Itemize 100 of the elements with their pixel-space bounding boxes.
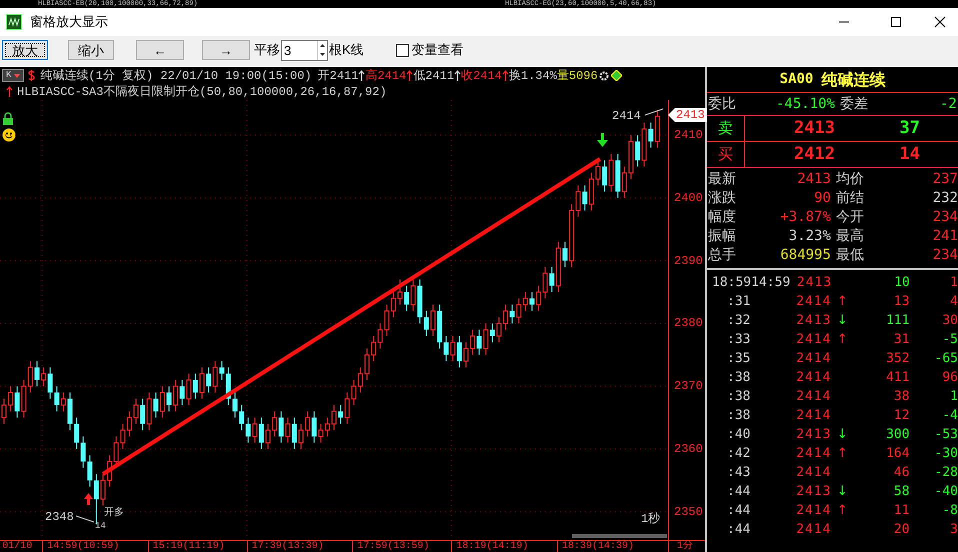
trade-time: :44 — [726, 482, 750, 501]
candlestick — [648, 122, 654, 148]
gear-icon — [598, 70, 609, 80]
stat-value: 241 — [932, 227, 958, 246]
stat-value: 3.23% — [788, 227, 831, 246]
period-dropdown[interactable]: K — [2, 69, 24, 82]
toolbar-button[interactable]: → — [202, 40, 250, 60]
diff-value: -2 — [940, 94, 957, 114]
diff-label: 委差 — [840, 94, 869, 114]
indicator-title: HLBIASCC-SA3不隔夜日限制开仓(50,80,100000,26,16,87,92) — [17, 84, 387, 101]
candlestick — [173, 379, 178, 412]
ratio-label: 委比 — [707, 94, 737, 114]
candlestick — [450, 336, 456, 362]
candlestick — [200, 366, 204, 400]
stat-label: 最新 — [707, 170, 737, 189]
candlestick — [530, 292, 534, 312]
toolbar-button[interactable]: 放大 — [2, 40, 48, 60]
stat-label: 振幅 — [707, 227, 737, 246]
time-axis-label: 17:39(13:39) — [246, 541, 329, 552]
candlestick — [74, 417, 80, 450]
toolbar-button[interactable]: 缩小 — [68, 40, 114, 60]
trade-price: 2414 — [795, 292, 832, 311]
signal-label: 开多 — [104, 508, 124, 520]
trade-volume: 300 — [885, 426, 910, 444]
stat-label: 涨跌 — [707, 189, 737, 208]
trade-time: :32 — [726, 312, 750, 330]
trade-volume: 352 — [885, 350, 910, 368]
trade-arrow: ↑ — [836, 292, 848, 311]
maximize-icon[interactable] — [890, 16, 902, 28]
trade-price: 2414 — [795, 350, 832, 368]
close-icon[interactable] — [934, 16, 946, 28]
trade-price: 2414 — [795, 330, 832, 349]
caret-icon — [14, 74, 20, 78]
quote-value: 量5096 — [556, 68, 598, 84]
scrollbar[interactable] — [572, 534, 667, 538]
candlestick — [239, 404, 244, 431]
buy-arrow-icon — [84, 493, 93, 505]
quote-value: 开2411 — [318, 68, 358, 84]
price-axis-label: 2390 — [674, 254, 703, 268]
time-axis-label: 14:59(10:59) — [42, 541, 124, 552]
high-price-label: 2414 — [612, 109, 641, 123]
candlestick — [582, 184, 588, 211]
trade-change: 96 — [941, 368, 958, 387]
signal-count: 14 — [95, 521, 106, 531]
shift-unit: 根K线 — [329, 41, 364, 60]
trade-change: 4 — [949, 292, 958, 311]
checkbox[interactable] — [396, 44, 409, 56]
trade-price: 2413 — [795, 482, 832, 501]
interval-label: 1秒 — [641, 512, 660, 526]
candlestick — [186, 373, 192, 406]
trade-price: 2414 — [795, 520, 832, 539]
stat-label: 前结 — [836, 189, 865, 208]
stat-label: 最高 — [836, 227, 865, 246]
up-arrow-icon — [502, 70, 509, 82]
contract-code: SA00 — [780, 70, 814, 89]
trade-arrow: ↑ — [836, 444, 848, 463]
trade-volume: 46 — [892, 464, 910, 482]
time-axis-label: 17:59(13:59) — [352, 541, 434, 552]
up-arrow-icon — [6, 86, 13, 98]
stat-value: 232 — [932, 189, 958, 208]
trade-volume: 164 — [885, 444, 910, 463]
trade-volume: 31 — [892, 330, 910, 349]
stat-value: 234 — [932, 208, 958, 227]
trade-time: :42 — [726, 444, 750, 463]
order-side-label: 卖 — [707, 116, 745, 141]
candlestick — [34, 360, 40, 387]
trade-time: 14:59 — [751, 274, 790, 292]
candlestick — [212, 360, 218, 393]
trade-price: 2414 — [795, 406, 832, 425]
low-price-label: 2348 — [45, 510, 74, 524]
trade-change: 1 — [949, 274, 958, 292]
candlestick — [476, 329, 482, 356]
time-axis-label: 18:39(14:39) — [557, 541, 639, 552]
trade-price: 2413 — [796, 274, 832, 292]
toolbar-button[interactable]: ← — [136, 40, 184, 60]
shift-spinbox[interactable]: 3 — [281, 40, 328, 60]
trade-change: 30 — [941, 312, 958, 330]
stat-value: 684995 — [779, 246, 831, 265]
contract-name: 纯碱连续 — [821, 68, 886, 90]
candlestick — [180, 379, 185, 406]
stat-value: 237 — [932, 170, 958, 189]
trade-change: -40 — [934, 482, 958, 501]
candlestick — [252, 417, 258, 444]
trade-volume: 12 — [892, 406, 910, 425]
candlestick — [80, 436, 86, 468]
stat-label: 幅度 — [707, 208, 737, 227]
candlestick — [292, 417, 297, 450]
quote-value: 换1.34% — [508, 68, 557, 84]
candlestick — [424, 310, 429, 337]
candlestick — [312, 410, 317, 444]
trade-arrow: ↓ — [836, 426, 848, 444]
trade-time: :44 — [726, 502, 750, 520]
trade-volume: 38 — [892, 388, 910, 406]
candlestick — [430, 304, 436, 337]
trade-volume: 111 — [885, 312, 910, 330]
trade-price: 2413 — [795, 312, 832, 330]
trade-volume: 11 — [892, 502, 910, 520]
candlestick — [48, 366, 53, 400]
candlestick — [60, 392, 66, 412]
time-axis-label: 01/10 — [0, 541, 38, 552]
